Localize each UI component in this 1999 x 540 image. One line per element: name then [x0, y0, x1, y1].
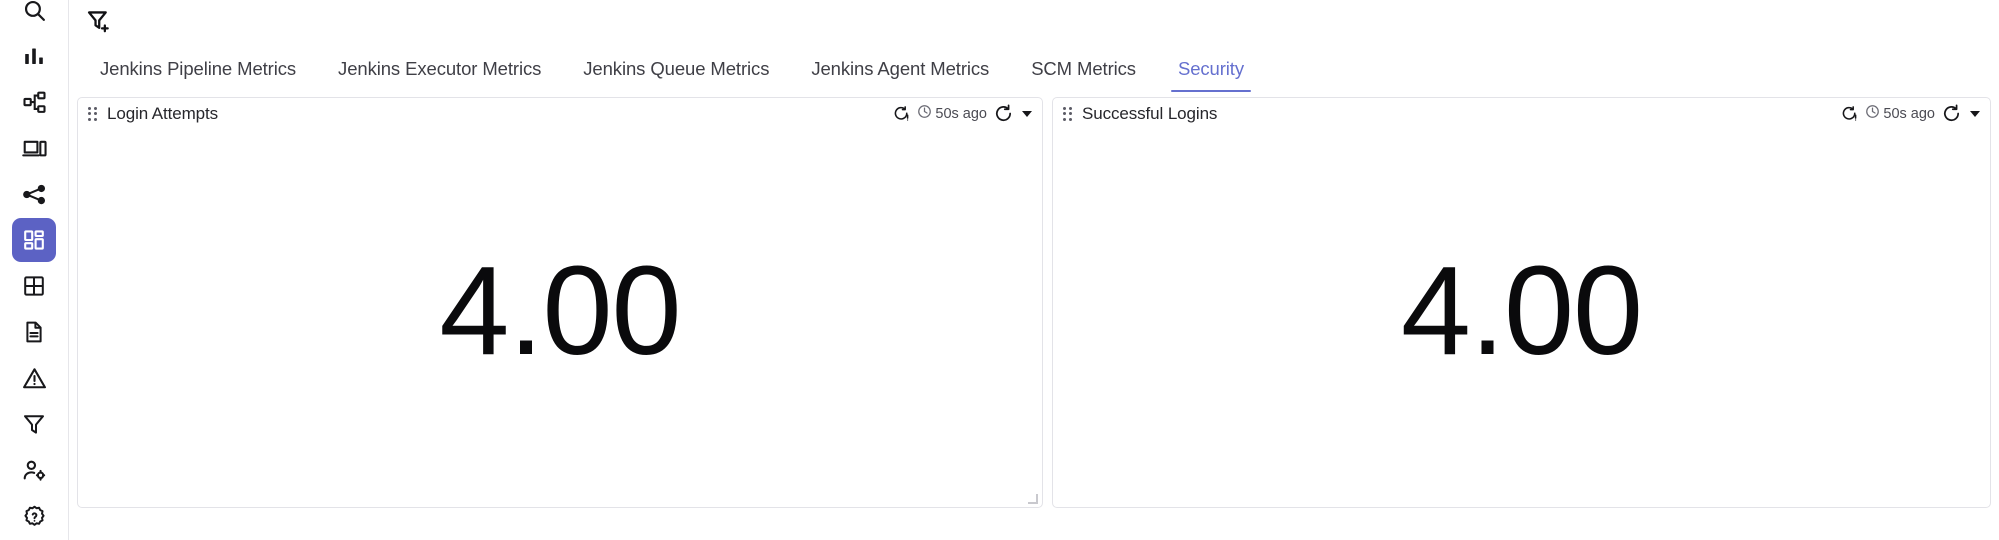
last-refresh-status: 50s ago [917, 104, 987, 123]
panel-menu-caret-icon[interactable] [1970, 110, 1980, 117]
clock-icon [917, 104, 932, 123]
dashboards-icon [22, 228, 46, 252]
sidebar-item-logs[interactable] [12, 310, 56, 354]
tab-label: Jenkins Agent Metrics [811, 57, 990, 79]
refresh-button[interactable] [1942, 104, 1961, 123]
refresh-status-label: 50s ago [1883, 105, 1935, 122]
tab-jenkins-executor-metrics[interactable]: Jenkins Executor Metrics [317, 46, 562, 92]
sidebar [0, 0, 69, 540]
panel-title: Login Attempts [107, 103, 219, 123]
grid-icon [22, 274, 46, 298]
refresh-button[interactable] [994, 104, 1013, 123]
devices-icon [21, 136, 47, 161]
metric-value: 4.00 [1400, 240, 1643, 381]
panel-login-attempts: Login Attempts 50s ago 4.00 [77, 97, 1043, 508]
tab-label: Security [1177, 57, 1244, 79]
filter-plus-icon [86, 8, 112, 39]
tab-jenkins-pipeline-metrics[interactable]: Jenkins Pipeline Metrics [79, 46, 317, 92]
tab-label: Jenkins Pipeline Metrics [100, 57, 297, 79]
sidebar-item-metrics[interactable] [12, 34, 56, 78]
share-nodes-icon [22, 182, 47, 207]
dashboard-toolbar [69, 0, 1999, 46]
refresh-status-label: 50s ago [935, 105, 987, 122]
tab-label: Jenkins Executor Metrics [338, 57, 542, 79]
dashboard-tabs: Jenkins Pipeline Metrics Jenkins Executo… [69, 46, 1999, 92]
panel-controls: 50s ago [1841, 104, 1982, 123]
panel-menu-caret-icon[interactable] [1022, 110, 1032, 117]
drag-handle-icon[interactable] [1063, 106, 1074, 121]
panel-body: 4.00 [78, 129, 1042, 507]
refresh-error-icon[interactable] [1841, 105, 1858, 122]
tab-label: Jenkins Queue Metrics [583, 57, 770, 79]
sidebar-item-settings[interactable] [12, 494, 56, 538]
sidebar-item-search[interactable] [12, 0, 56, 32]
panel-successful-logins: Successful Logins 50s ago 4.00 [1052, 97, 1991, 508]
last-refresh-status: 50s ago [1865, 104, 1935, 123]
sidebar-item-topology[interactable] [12, 80, 56, 124]
sidebar-item-devices[interactable] [12, 126, 56, 170]
bar-chart-icon [22, 44, 46, 68]
refresh-error-icon[interactable] [893, 105, 910, 122]
dashboard-grid: Login Attempts 50s ago 4.00 Successful L… [69, 92, 1999, 540]
panel-resize-handle[interactable] [1028, 494, 1038, 504]
drag-handle-icon[interactable] [88, 106, 99, 121]
sidebar-item-users[interactable] [12, 448, 56, 492]
tab-jenkins-agent-metrics[interactable]: Jenkins Agent Metrics [790, 46, 1010, 92]
alert-triangle-icon [22, 366, 47, 391]
sidebar-item-grid[interactable] [12, 264, 56, 308]
user-settings-icon [22, 458, 47, 483]
tab-scm-metrics[interactable]: SCM Metrics [1010, 46, 1157, 92]
sidebar-item-filters[interactable] [12, 402, 56, 446]
main-content: Jenkins Pipeline Metrics Jenkins Executo… [69, 0, 1999, 540]
tab-jenkins-queue-metrics[interactable]: Jenkins Queue Metrics [562, 46, 790, 92]
panel-header: Successful Logins 50s ago [1053, 98, 1990, 129]
panel-title: Successful Logins [1082, 103, 1218, 123]
tab-label: SCM Metrics [1031, 57, 1136, 79]
app-root: Jenkins Pipeline Metrics Jenkins Executo… [0, 0, 1999, 540]
tab-security[interactable]: Security [1157, 46, 1265, 92]
search-icon [22, 0, 47, 23]
gear-help-icon [22, 504, 47, 529]
sidebar-item-dashboards[interactable] [12, 218, 56, 262]
metric-value: 4.00 [439, 240, 681, 381]
add-filter-button[interactable] [84, 8, 114, 38]
sidebar-item-alerts[interactable] [12, 356, 56, 400]
filter-icon [22, 412, 46, 436]
panel-controls: 50s ago [893, 104, 1034, 123]
clock-icon [1865, 104, 1880, 123]
sidebar-item-traces[interactable] [12, 172, 56, 216]
panel-body: 4.00 [1053, 129, 1990, 507]
document-icon [22, 320, 46, 344]
panel-header: Login Attempts 50s ago [78, 98, 1042, 129]
topology-icon [22, 90, 47, 115]
